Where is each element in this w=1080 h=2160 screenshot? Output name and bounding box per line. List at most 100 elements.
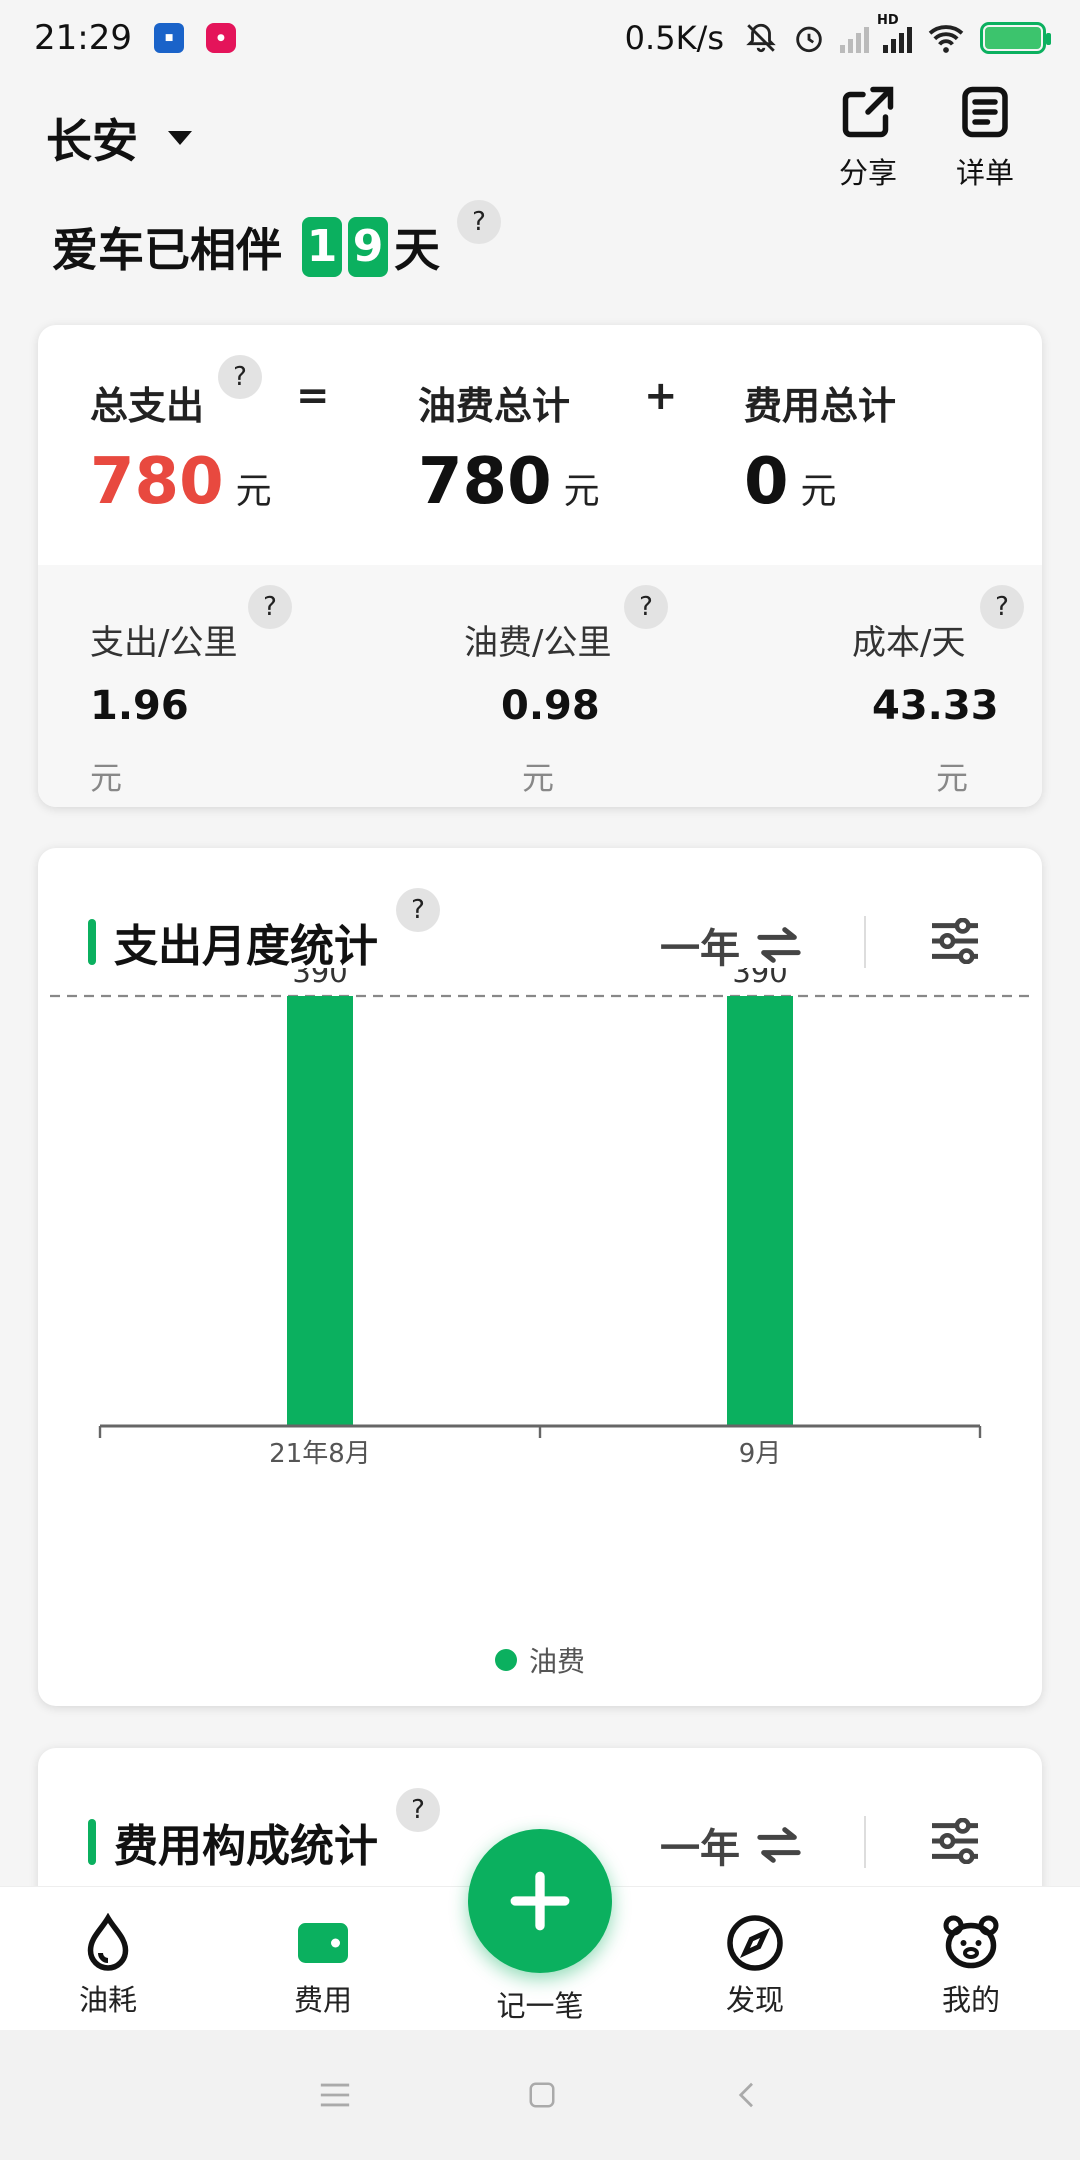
share-icon	[842, 86, 894, 138]
help-icon[interactable]: ?	[980, 585, 1024, 629]
help-icon[interactable]: ?	[396, 888, 440, 932]
x-tick-label: 21年8月	[269, 1439, 371, 1469]
period-label: 一年	[660, 1826, 740, 1872]
detail-list-button[interactable]: 详单	[930, 80, 1040, 192]
data-label: 390	[292, 968, 347, 989]
document-icon	[962, 86, 1008, 138]
battery-charging-icon	[980, 22, 1051, 54]
status-right: 0.5K/s HD	[624, 13, 1051, 57]
composition-title: 费用构成统计	[88, 1810, 378, 1874]
network-type: HD	[877, 13, 899, 28]
total-expense-label: 总支出	[90, 384, 205, 428]
nav-fuel-label: 油耗	[78, 1983, 137, 2017]
nav-mine[interactable]: 我的	[911, 1913, 1031, 2019]
wifi-icon	[928, 25, 964, 53]
legend-label: 油费	[528, 1645, 585, 1678]
day-digit: 1	[302, 217, 342, 277]
mute-bell-icon	[746, 23, 776, 53]
nav-fuel[interactable]: 油耗	[48, 1913, 168, 2019]
swap-icon	[757, 1827, 801, 1863]
signal-icon	[840, 23, 869, 53]
net-speed: 0.5K/s	[624, 19, 724, 57]
fuel-per-km-value: 0.98	[501, 683, 600, 729]
bar	[287, 996, 353, 1426]
total-expense-value: 780 元	[90, 445, 272, 519]
home-icon[interactable]	[527, 2080, 557, 2110]
nav-expense[interactable]: 费用	[263, 1913, 383, 2019]
fuel-total-label: 油费总计	[418, 384, 571, 428]
bottom-navigation: 油耗 费用 记一笔 发现 我的	[0, 1829, 1080, 2030]
status-bar: 21:29 ■ ● 0.5K/s HD	[0, 0, 1080, 76]
monthly-title-text: 支出月度统计	[114, 921, 378, 972]
help-icon[interactable]: ?	[396, 1788, 440, 1832]
monthly-bar-chart: 390 21年8月 390 9月	[50, 968, 1032, 1469]
back-icon[interactable]	[732, 2080, 762, 2110]
help-icon[interactable]: ?	[218, 355, 262, 399]
detail-label: 详单	[955, 156, 1014, 190]
total-expense-number: 780	[90, 445, 224, 519]
day-counter: 1 9	[296, 217, 388, 277]
share-label: 分享	[838, 156, 897, 190]
monthly-expense-card: 支出月度统计 ? 一年 390 21年8月 390 9月 油费	[38, 848, 1042, 1706]
app-notification-icon: ■	[153, 23, 184, 53]
add-record-label[interactable]: 记一笔	[470, 1983, 610, 2025]
swap-icon	[757, 927, 801, 963]
cost-per-km-label: 支出/公里	[90, 623, 238, 663]
period-label: 一年	[660, 926, 740, 972]
period-toggle[interactable]: 一年	[660, 916, 802, 974]
nav-mine-label: 我的	[941, 1983, 1000, 2017]
help-icon[interactable]: ?	[624, 585, 668, 629]
day-digit: 9	[348, 217, 388, 277]
fuel-total-number: 780	[418, 445, 552, 519]
bar	[727, 996, 793, 1426]
help-icon[interactable]: ?	[457, 200, 501, 244]
app-header: 长安 分享 详单	[0, 80, 1080, 200]
summary-totals: 总支出 ? = 油费总计 + 费用总计 780 元 780 元 0 元	[38, 325, 1042, 565]
nav-discover[interactable]: 发现	[695, 1913, 815, 2019]
share-button[interactable]: 分享	[813, 80, 923, 192]
expense-summary-card: 总支出 ? = 油费总计 + 费用总计 780 元 780 元 0 元 支出/公…	[38, 325, 1042, 807]
filter-settings-icon[interactable]	[928, 918, 982, 964]
car-brand-selector[interactable]: 长安	[46, 105, 192, 171]
system-navigation-bar	[0, 2030, 1080, 2160]
brand-name: 长安	[46, 114, 138, 168]
status-left: 21:29 ■ ●	[34, 18, 236, 58]
alarm-icon	[796, 26, 822, 53]
drop-icon	[87, 1913, 129, 1971]
compass-icon	[727, 1915, 783, 1971]
equals-sign: =	[296, 373, 330, 419]
period-toggle[interactable]: 一年	[660, 1816, 802, 1874]
bear-icon	[943, 1915, 999, 1969]
composition-title-text: 费用构成统计	[114, 1821, 378, 1872]
unit-label: 元	[563, 471, 600, 512]
cost-per-km-value: 1.96	[90, 683, 189, 729]
title-accent-bar	[88, 919, 96, 965]
fuel-per-km-unit: 元	[522, 759, 555, 797]
fee-total-value: 0 元	[744, 445, 837, 519]
fee-total-label: 费用总计	[744, 384, 897, 428]
nav-discover-label: 发现	[725, 1983, 784, 2017]
unit-label: 元	[235, 471, 272, 512]
filter-settings-icon[interactable]	[928, 1818, 982, 1864]
cost-per-day-label: 成本/天	[852, 623, 966, 663]
app-notification-icon: ●	[205, 23, 236, 53]
data-label: 390	[732, 968, 787, 989]
summary-metrics: 支出/公里 ? 1.96 元 油费/公里 ? 0.98 元 成本/天 ? 43.…	[38, 565, 1042, 807]
wallet-icon	[298, 1923, 348, 1963]
fuel-per-km-label: 油费/公里	[464, 623, 612, 663]
companion-days: 爱车已相伴 1 9 天 ?	[52, 200, 501, 280]
add-record-button[interactable]	[468, 1829, 612, 1973]
companion-suffix: 天	[394, 223, 440, 277]
help-icon[interactable]: ?	[248, 585, 292, 629]
legend-dot	[494, 1649, 517, 1671]
plus-icon	[510, 1871, 570, 1931]
menu-icon[interactable]	[318, 2080, 352, 2110]
cost-per-day-value: 43.33	[872, 683, 999, 729]
title-accent-bar	[88, 1819, 96, 1865]
fuel-total-value: 780 元	[418, 445, 600, 519]
status-time: 21:29	[34, 18, 132, 58]
divider	[864, 916, 866, 968]
chart-legend[interactable]: 油费	[38, 1640, 1042, 1680]
caret-down-icon	[168, 131, 192, 145]
cost-per-km-unit: 元	[90, 759, 123, 797]
